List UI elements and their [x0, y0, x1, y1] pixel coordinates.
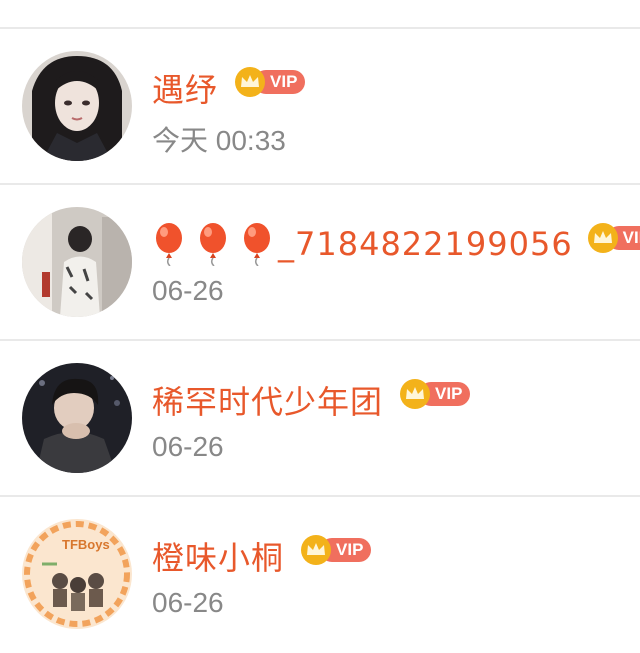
crown-icon — [587, 223, 618, 253]
user-avatar[interactable] — [22, 51, 132, 161]
conversation-row[interactable]: TFBoys 橙味小桐 VIP 06-26 — [0, 497, 640, 653]
message-time: 06-26 — [152, 587, 224, 618]
user-name[interactable]: 遇纾 — [152, 65, 218, 111]
conversation-row[interactable]: _7184822199056 VIP 06-26 — [0, 185, 640, 341]
balloon-icon — [244, 223, 270, 266]
crown-icon — [301, 535, 332, 565]
name-line: _7184822199056 VIP — [152, 219, 640, 269]
message-time: 06-26 — [152, 431, 224, 462]
balloon-icon — [156, 223, 182, 266]
vip-badge: VIP — [232, 67, 306, 97]
name-line: 橙味小桐 VIP — [152, 531, 372, 581]
name-line: 遇纾 VIP — [152, 63, 306, 113]
conversation-row[interactable]: 遇纾 VIP 今天 00:33 — [0, 29, 640, 185]
message-time: 06-26 — [152, 275, 224, 306]
balloon-icon — [200, 223, 226, 266]
user-avatar[interactable] — [22, 363, 132, 473]
user-name[interactable]: 橙味小桐 — [152, 533, 284, 579]
name-line: 稀罕时代少年团 VIP — [152, 375, 471, 425]
message-time: 今天 00:33 — [152, 125, 286, 156]
vip-badge: VIP — [585, 223, 640, 253]
crown-icon — [400, 379, 431, 409]
avatar-text: TFBoys — [62, 537, 110, 552]
vip-badge: VIP — [397, 379, 471, 409]
crown-icon — [235, 67, 266, 97]
user-name[interactable]: 稀罕时代少年团 — [152, 377, 383, 423]
user-avatar[interactable]: TFBoys — [22, 519, 132, 629]
vip-badge: VIP — [298, 535, 372, 565]
user-avatar[interactable] — [22, 207, 132, 317]
conversation-row[interactable]: 稀罕时代少年团 VIP 06-26 — [0, 341, 640, 497]
user-name[interactable]: _7184822199056 — [278, 225, 573, 263]
